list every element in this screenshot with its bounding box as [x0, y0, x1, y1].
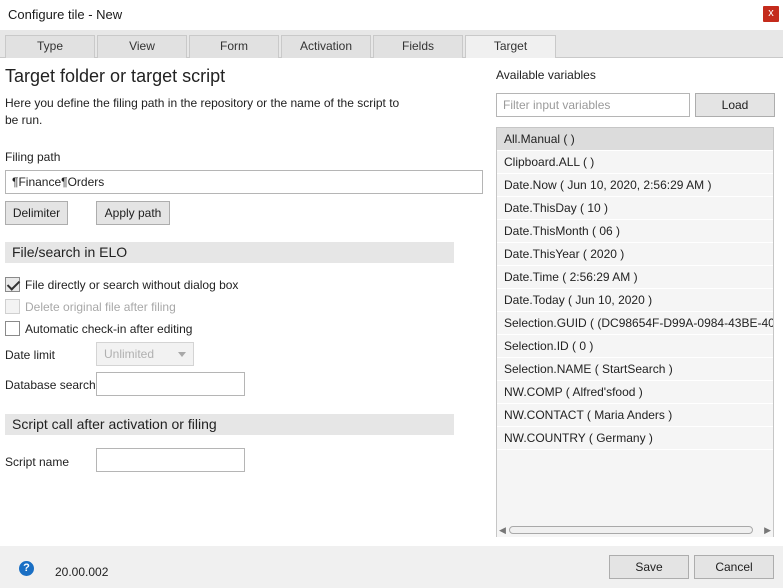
list-item[interactable]: Date.Now ( Jun 10, 2020, 2:56:29 AM )	[497, 174, 773, 197]
date-limit-label: Date limit	[5, 348, 56, 362]
apply-path-button[interactable]: Apply path	[96, 201, 170, 225]
load-button[interactable]: Load	[695, 93, 775, 117]
database-search-input[interactable]	[96, 372, 245, 396]
tab-activation[interactable]: Activation	[281, 35, 371, 58]
help-icon[interactable]: ?	[19, 561, 34, 576]
close-icon[interactable]: x	[763, 6, 779, 22]
scrollbar-thumb[interactable]	[509, 526, 753, 534]
section-file-search: File/search in ELO	[5, 242, 454, 263]
file-directly-label: File directly or search without dialog b…	[25, 278, 239, 292]
filter-variables-input[interactable]: Filter input variables	[496, 93, 690, 117]
section-script-call: Script call after activation or filing	[5, 414, 454, 435]
tab-view[interactable]: View	[97, 35, 187, 58]
list-item[interactable]: Date.ThisDay ( 10 )	[497, 197, 773, 220]
date-limit-value: Unlimited	[104, 347, 155, 361]
list-item[interactable]: Date.ThisYear ( 2020 )	[497, 243, 773, 266]
page-description: Here you define the filing path in the r…	[5, 96, 400, 127]
delete-original-label: Delete original file after filing	[25, 300, 176, 314]
delimiter-button[interactable]: Delimiter	[5, 201, 68, 225]
filing-path-input[interactable]: ¶Finance¶Orders	[5, 170, 483, 194]
available-variables-label: Available variables	[496, 68, 596, 82]
tab-strip: Type View Form Activation Fields Target	[0, 30, 783, 59]
list-item[interactable]: NW.COUNTRY ( Germany )	[497, 427, 773, 450]
list-item[interactable]: NW.CONTACT ( Maria Anders )	[497, 404, 773, 427]
target-panel: Target folder or target script Here you …	[0, 58, 783, 546]
list-item[interactable]: Date.Time ( 2:56:29 AM )	[497, 266, 773, 289]
list-item[interactable]: All.Manual ( )	[497, 128, 773, 151]
list-item[interactable]: NW.COMP ( Alfred'sfood )	[497, 381, 773, 404]
database-search-label: Database search	[5, 378, 96, 392]
scroll-left-icon[interactable]: ◀	[499, 525, 506, 536]
list-item[interactable]: Selection.ID ( 0 )	[497, 335, 773, 358]
delete-original-checkbox	[5, 299, 20, 314]
variables-list[interactable]: All.Manual ( ) Clipboard.ALL ( ) Date.No…	[496, 127, 774, 537]
horizontal-scrollbar[interactable]: ◀ ▶	[497, 523, 773, 537]
scroll-right-icon[interactable]: ▶	[764, 525, 771, 536]
auto-checkin-checkbox[interactable]	[5, 321, 20, 336]
tab-fields[interactable]: Fields	[373, 35, 463, 58]
filing-path-label: Filing path	[5, 150, 61, 164]
auto-checkin-label: Automatic check-in after editing	[25, 322, 193, 336]
file-directly-checkbox[interactable]	[5, 277, 20, 292]
tab-form[interactable]: Form	[189, 35, 279, 58]
footer-bar: ? 20.00.002 Save Cancel	[0, 546, 783, 588]
tab-type[interactable]: Type	[5, 35, 95, 58]
version-label: 20.00.002	[55, 565, 109, 579]
list-item[interactable]: Clipboard.ALL ( )	[497, 151, 773, 174]
title-bar: Configure tile - New x	[0, 0, 783, 30]
script-name-input[interactable]	[96, 448, 245, 472]
list-item[interactable]: Selection.NAME ( StartSearch )	[497, 358, 773, 381]
script-name-label: Script name	[5, 455, 70, 469]
date-limit-select: Unlimited	[96, 342, 194, 366]
tab-target[interactable]: Target	[465, 35, 556, 59]
chevron-down-icon	[178, 352, 186, 357]
cancel-button[interactable]: Cancel	[694, 555, 774, 579]
save-button[interactable]: Save	[609, 555, 689, 579]
list-item[interactable]: Selection.GUID ( (DC98654F-D99A-0984-43B…	[497, 312, 773, 335]
list-item[interactable]: Date.ThisMonth ( 06 )	[497, 220, 773, 243]
window-title: Configure tile - New	[8, 7, 123, 22]
page-title: Target folder or target script	[5, 66, 226, 86]
list-item[interactable]: Date.Today ( Jun 10, 2020 )	[497, 289, 773, 312]
